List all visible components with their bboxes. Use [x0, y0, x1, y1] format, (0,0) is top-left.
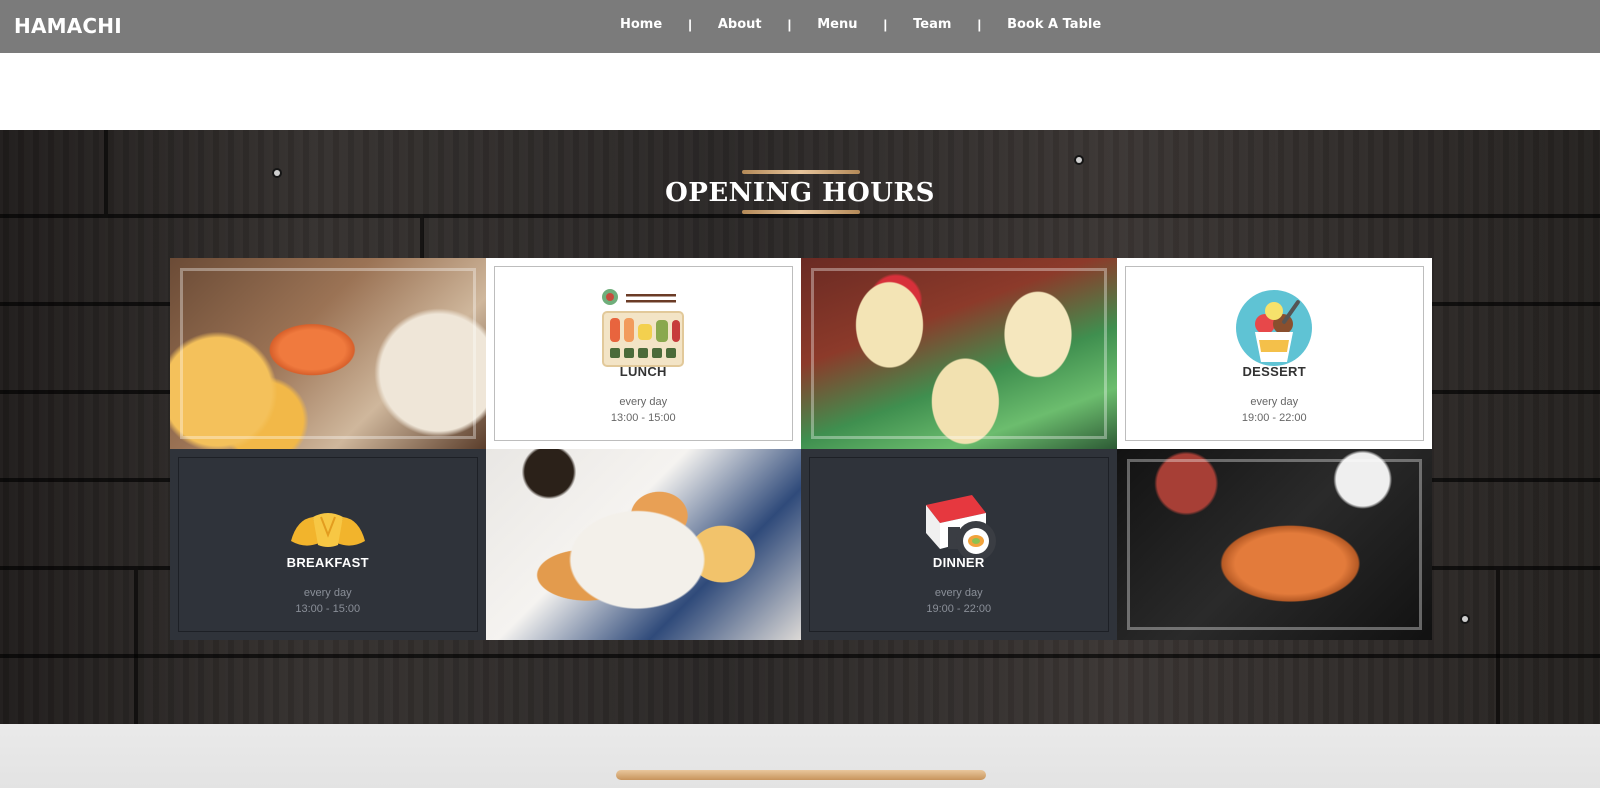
chopstick-divider-bottom [742, 210, 860, 214]
nav-about[interactable]: About [718, 17, 762, 32]
opening-hours-section: OPENING HOURS LUNCH every day 13:00 - 15… [0, 130, 1600, 724]
nail-icon [274, 170, 280, 176]
card-days: every day [619, 396, 668, 408]
wood-seam [1496, 570, 1500, 724]
card-title: LUNCH [619, 364, 667, 379]
nav-book-a-table[interactable]: Book A Table [1007, 17, 1101, 32]
nav-separator: | [977, 17, 982, 32]
sushi-photo [170, 258, 486, 449]
nav-separator: | [787, 17, 792, 32]
hours-grid: LUNCH every day 13:00 - 15:00 DESSERT ev… [170, 258, 1432, 640]
top-navbar: HAMACHI Home | About | Menu | Team | Boo… [0, 0, 1600, 53]
lunch-card: LUNCH every day 13:00 - 15:00 [485, 258, 801, 449]
card-days: every day [934, 587, 983, 599]
main-nav: Home | About | Menu | Team | Book A Tabl… [620, 17, 1101, 32]
card-time: 13:00 - 15:00 [295, 603, 361, 615]
photo-frame [180, 268, 476, 439]
ice-cream-icon [1236, 290, 1313, 366]
nav-menu[interactable]: Menu [817, 17, 857, 32]
card-title: BREAKFAST [286, 555, 369, 570]
croissant-icon [290, 513, 365, 547]
card-time: 13:00 - 15:00 [610, 412, 676, 424]
breakfast-card: BREAKFAST every day 13:00 - 15:00 [170, 449, 486, 640]
sushi-platter-photo [1116, 449, 1432, 640]
card-time: 19:00 - 22:00 [1241, 412, 1307, 424]
nav-separator: | [883, 17, 888, 32]
chopstick-divider-top [742, 170, 860, 174]
sushi-roll-icon [925, 495, 996, 561]
header-spacer [0, 53, 1600, 130]
card-days: every day [1250, 396, 1299, 408]
nail-icon [1462, 616, 1468, 622]
photo-frame [811, 268, 1107, 439]
section-title: OPENING HOURS [665, 178, 935, 208]
nav-team[interactable]: Team [913, 17, 951, 32]
nav-home[interactable]: Home [620, 17, 662, 32]
card-time: 19:00 - 22:00 [926, 603, 992, 615]
dinner-card: DINNER every day 19:00 - 22:00 [801, 449, 1117, 640]
sushi-set-icon [602, 289, 685, 367]
photo-frame [1126, 459, 1422, 630]
card-title: DESSERT [1242, 364, 1306, 379]
brand-logo[interactable]: HAMACHI [14, 14, 122, 38]
nav-separator: | [688, 17, 692, 32]
bread-photo [485, 449, 801, 640]
chopstick-divider [616, 770, 986, 780]
dessert-card: DESSERT every day 19:00 - 22:00 [1116, 258, 1432, 449]
card-days: every day [303, 587, 352, 599]
nail-icon [1076, 157, 1082, 163]
crepe-photo [801, 258, 1117, 449]
wood-seam [134, 570, 138, 724]
next-section [0, 724, 1600, 788]
card-title: DINNER [932, 555, 985, 570]
